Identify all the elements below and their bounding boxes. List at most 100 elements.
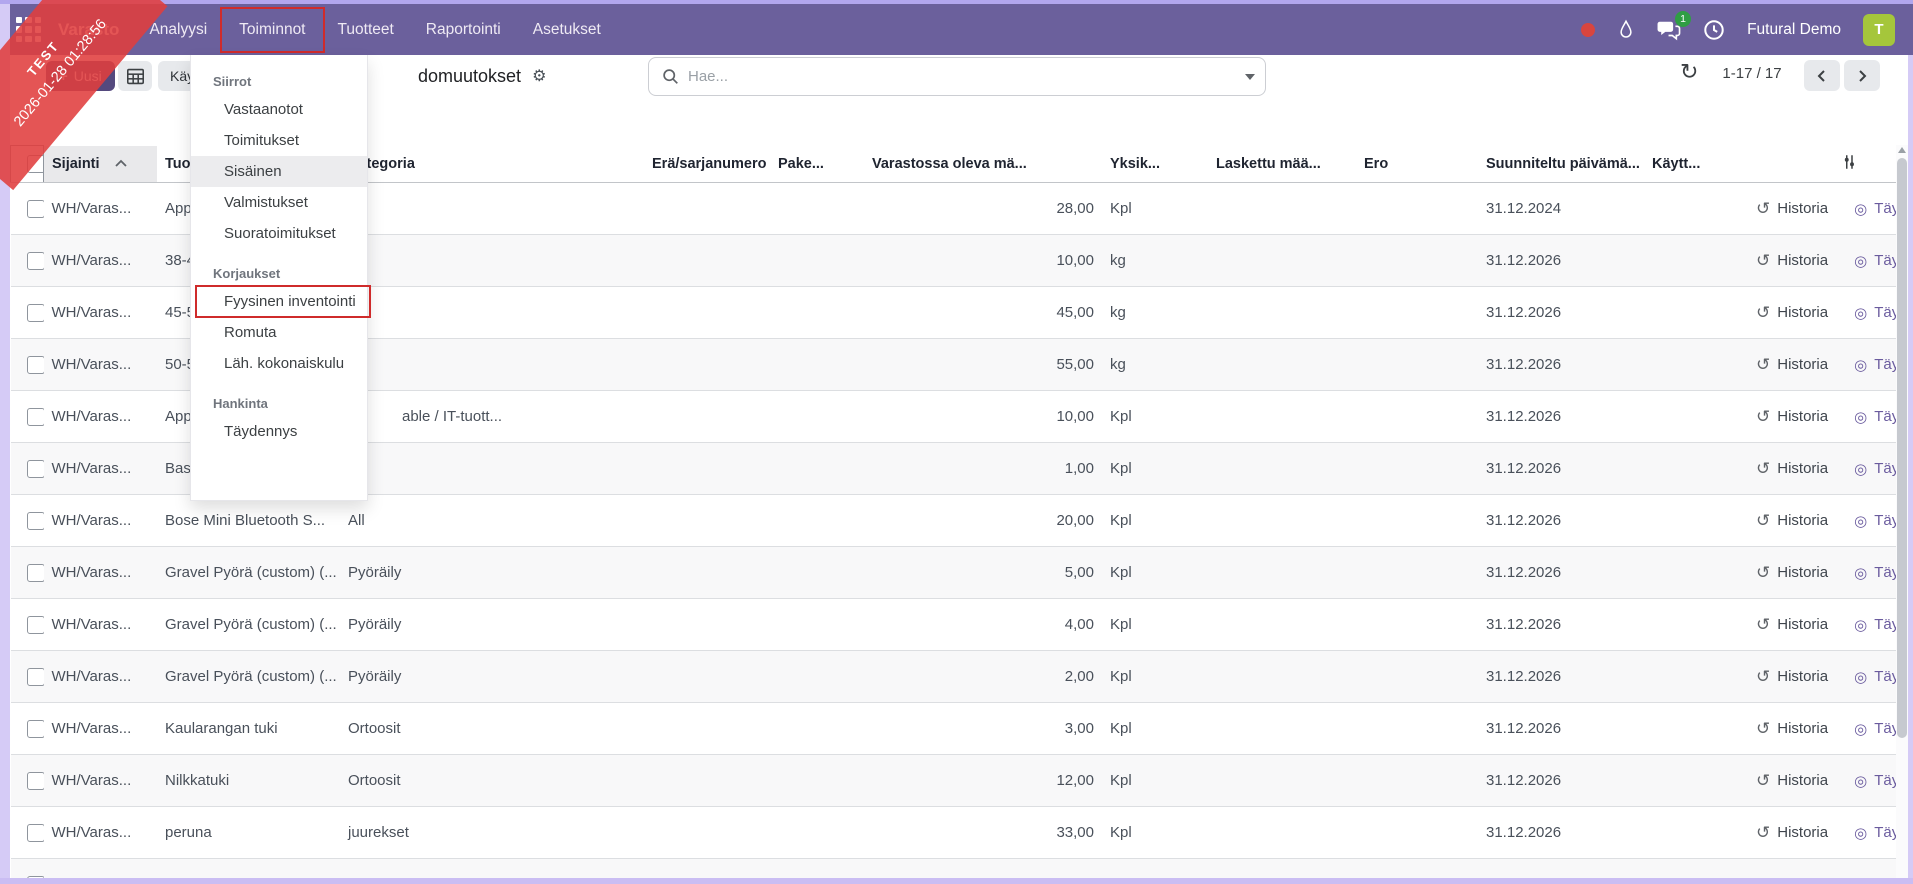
cell-era-sarjanumero: [644, 390, 770, 443]
row-checkbox[interactable]: [26, 511, 44, 530]
select-all-checkbox[interactable]: [27, 155, 43, 173]
row-checkbox[interactable]: [26, 719, 44, 738]
apply-button[interactable]: ◎ Täytä: [1854, 564, 1896, 582]
column-header-pake[interactable]: Pake...: [770, 145, 864, 183]
apply-button[interactable]: ◎ Täytä: [1854, 304, 1896, 322]
search-input[interactable]: Hae...: [648, 57, 1266, 96]
menu-item-suoratoimitukset[interactable]: Suoratoimitukset: [191, 218, 367, 249]
select-all-header[interactable]: [10, 145, 44, 183]
cell-varastossa-maara: 1,00: [864, 442, 1102, 495]
history-button[interactable]: ↺ Historia: [1756, 511, 1828, 531]
column-header-laskettu-mää[interactable]: Laskettu mää...: [1208, 145, 1356, 183]
gear-icon[interactable]: ⚙: [532, 66, 546, 86]
cell-kategoria: [340, 338, 644, 391]
menu-item-fyysinen-inventointi[interactable]: Fyysinen inventointi: [191, 285, 371, 318]
column-header-yksik[interactable]: Yksik...: [1102, 145, 1208, 183]
adjust-columns-icon[interactable]: [1840, 153, 1858, 171]
history-button[interactable]: ↺ Historia: [1756, 563, 1828, 583]
apps-grid-icon[interactable]: [16, 17, 41, 42]
menu-item-täydennys[interactable]: Täydennys: [191, 416, 367, 447]
menu-item-sisäinen[interactable]: Sisäinen: [191, 156, 367, 187]
row-checkbox[interactable]: [26, 823, 44, 842]
menu-item-valmistukset[interactable]: Valmistukset: [191, 187, 367, 218]
history-button[interactable]: ↺ Historia: [1756, 459, 1828, 479]
menu-item-romuta[interactable]: Romuta: [191, 317, 367, 348]
history-button[interactable]: ↺ Historia: [1756, 615, 1828, 635]
column-header-ero[interactable]: Ero: [1356, 145, 1478, 183]
nav-item-toiminnot[interactable]: Toiminnot: [220, 6, 325, 53]
nav-item-tuotteet[interactable]: Tuotteet: [324, 12, 408, 48]
row-checkbox[interactable]: [26, 563, 44, 582]
table-row[interactable]: WH/Varas... Gravel Pyörä (custom) (... Pyö…: [10, 598, 1896, 651]
table-row[interactable]: WH/Varas... peruna juurekset 33,00 Kpl 31.12.…: [10, 806, 1896, 859]
row-checkbox[interactable]: [26, 459, 44, 478]
table-row[interactable]: WH/Varas... Gravel Pyörä (custom) (... Pyö…: [10, 650, 1896, 703]
apply-button[interactable]: ◎ Täytä: [1854, 824, 1896, 842]
apply-button[interactable]: ◎ Täytä: [1854, 772, 1896, 790]
app-name[interactable]: Varasto: [58, 20, 119, 40]
history-button[interactable]: ↺ Historia: [1756, 303, 1828, 323]
activities-clock-icon[interactable]: [1703, 19, 1725, 41]
apply-button[interactable]: ◎ Täytä: [1854, 616, 1896, 634]
table-row[interactable]: WH/Varas... Kaularangan tuki Ortoosit 3,00 K…: [10, 702, 1896, 755]
row-checkbox[interactable]: [26, 303, 44, 322]
pager-previous-button[interactable]: [1804, 60, 1840, 91]
nav-item-asetukset[interactable]: Asetukset: [519, 12, 615, 48]
row-checkbox[interactable]: [26, 407, 44, 426]
list-view-toggle-button[interactable]: [118, 61, 152, 91]
history-button[interactable]: ↺ Historia: [1756, 407, 1828, 427]
apply-button[interactable]: ◎ Täytä: [1854, 668, 1896, 686]
apply-button[interactable]: ◎ Täytä: [1854, 720, 1896, 738]
table-row[interactable]: WH/Varas... Bose Mini Bluetooth S... All 20…: [10, 494, 1896, 547]
apply-button[interactable]: ◎ Täytä: [1854, 356, 1896, 374]
column-header-kategoria[interactable]: Kategoria: [340, 145, 644, 183]
history-icon: ↺: [1756, 198, 1771, 218]
history-button[interactable]: ↺ Historia: [1756, 719, 1828, 739]
apply-button[interactable]: ◎ Täytä: [1854, 460, 1896, 478]
user-menu[interactable]: Futural Demo: [1747, 21, 1841, 39]
apply-button[interactable]: ◎ Täytä: [1854, 408, 1896, 426]
column-header-sijainti[interactable]: Sijainti: [43, 145, 157, 183]
search-options-toggle[interactable]: [1235, 58, 1265, 95]
row-checkbox[interactable]: [26, 251, 44, 270]
target-icon: ◎: [1854, 200, 1868, 218]
column-header-12[interactable]: [1748, 145, 1896, 183]
column-header-suunniteltu-päivämä[interactable]: Suunniteltu päivämä...: [1478, 145, 1644, 183]
nav-item-analyysi[interactable]: Analyysi: [135, 12, 221, 48]
column-header-erä-sarjanumero[interactable]: Erä/sarjanumero: [644, 145, 770, 183]
new-button[interactable]: Uusi: [46, 61, 115, 91]
row-checkbox[interactable]: [26, 199, 44, 218]
cell-ero: [1356, 650, 1478, 703]
history-button[interactable]: ↺ Historia: [1756, 251, 1828, 271]
history-button[interactable]: ↺ Historia: [1756, 355, 1828, 375]
nav-item-raportointi[interactable]: Raportointi: [412, 12, 515, 48]
history-button[interactable]: ↺ Historia: [1756, 771, 1828, 791]
column-header-varastossa-oleva-mä[interactable]: Varastossa oleva mä...: [864, 145, 1102, 183]
menu-item-toimitukset[interactable]: Toimitukset: [191, 125, 367, 156]
avatar[interactable]: T: [1863, 13, 1895, 46]
history-button[interactable]: ↺ Historia: [1756, 199, 1828, 219]
scrollbar-thumb[interactable]: [1897, 158, 1907, 738]
row-checkbox[interactable]: [26, 667, 44, 686]
table-row[interactable]: WH/Varas... Nilkkatuki Ortoosit 12,00 Kpl 31.…: [10, 754, 1896, 807]
table-row[interactable]: WH/Varas... Gravel Pyörä (custom) (... Pyö…: [10, 546, 1896, 599]
menu-item-läh-kokonaiskulu[interactable]: Läh. kokonaiskulu: [191, 348, 367, 379]
messages-icon[interactable]: 1: [1657, 10, 1692, 41]
refresh-icon[interactable]: ↻: [1680, 59, 1698, 85]
apply-button[interactable]: ◎ Täytä: [1854, 512, 1896, 530]
row-checkbox[interactable]: [26, 355, 44, 374]
menu-item-vastaanotot[interactable]: Vastaanotot: [191, 94, 367, 125]
apply-button[interactable]: ◎ Täytä: [1854, 200, 1896, 218]
column-header-käytt[interactable]: Käytt...: [1644, 145, 1748, 183]
history-button[interactable]: ↺ Historia: [1756, 667, 1828, 687]
drop-icon[interactable]: [1617, 19, 1635, 40]
row-checkbox[interactable]: [26, 771, 44, 790]
pager-next-button[interactable]: [1844, 60, 1880, 91]
cell-tuote: Kaularangan tuki: [157, 702, 340, 755]
history-button[interactable]: ↺ Historia: [1756, 823, 1828, 843]
row-checkbox[interactable]: [26, 615, 44, 634]
cell-suunniteltu-paivamaara: 31.12.2026: [1478, 494, 1644, 547]
scrollbar-up-arrow[interactable]: [1898, 147, 1906, 153]
row-actions-cell: ↺ Historia ◎ Täytä: [1748, 286, 1896, 339]
apply-button[interactable]: ◎ Täytä: [1854, 252, 1896, 270]
